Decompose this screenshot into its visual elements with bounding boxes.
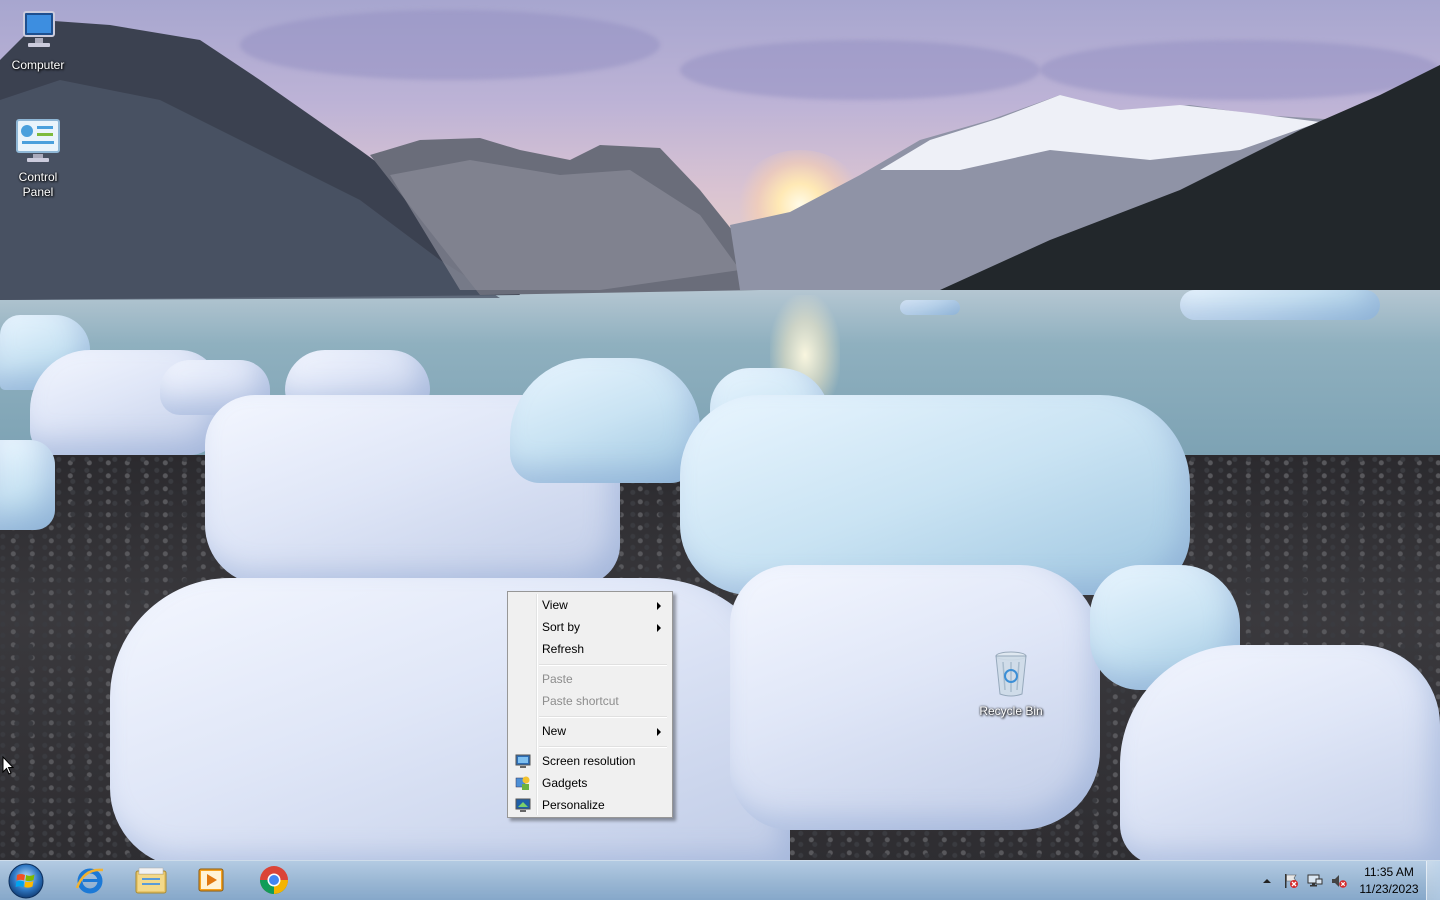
media-player-icon: [198, 868, 224, 892]
file-explorer-icon: [135, 867, 167, 894]
menu-item-label: Paste: [542, 672, 573, 686]
menu-item-label: Refresh: [542, 642, 585, 656]
recycle-bin-icon: [973, 650, 1049, 702]
desktop-icon-computer[interactable]: Computer: [0, 10, 76, 73]
menu-item-sort-by[interactable]: Sort by: [511, 616, 669, 638]
taskbar-internet-explorer[interactable]: [62, 861, 118, 899]
menu-item-label: Screen resolution: [542, 754, 636, 768]
submenu-arrow-icon: [657, 602, 661, 610]
menu-item-screen-resolution[interactable]: Screen resolution: [511, 750, 669, 772]
windows-logo-icon: [8, 863, 44, 899]
computer-icon: [0, 10, 76, 56]
volume-muted-icon[interactable]: [1331, 873, 1347, 889]
taskbar-chrome[interactable]: [246, 861, 302, 899]
show-hidden-icons-icon[interactable]: [1259, 873, 1275, 889]
screen-resolution-icon: [515, 753, 531, 769]
desktop-icon-label: Computer: [11, 58, 65, 72]
control-panel-icon: [0, 118, 76, 168]
menu-item-label: Gadgets: [542, 776, 588, 790]
menu-separator: [539, 664, 667, 666]
taskbar-clock[interactable]: 11:35 AM 11/23/2023: [1350, 864, 1428, 898]
menu-item-personalize[interactable]: Personalize: [511, 794, 669, 816]
network-icon[interactable]: [1307, 873, 1323, 889]
desktop-icon-recycle-bin[interactable]: Recycle Bin: [973, 650, 1049, 719]
menu-separator: [539, 746, 667, 748]
internet-explorer-icon: [75, 868, 104, 894]
personalize-icon: [515, 797, 531, 813]
taskbar-file-explorer[interactable]: [123, 861, 179, 899]
desktop-icon-label: Control: [18, 170, 58, 184]
desktop-icon-control-panel[interactable]: Control Panel: [0, 118, 76, 200]
menu-item-new[interactable]: New: [511, 720, 669, 742]
submenu-arrow-icon: [657, 624, 661, 632]
show-desktop-button[interactable]: [1426, 861, 1440, 900]
menu-item-label: Paste shortcut: [542, 694, 619, 708]
menu-item-label: Personalize: [542, 798, 605, 812]
submenu-arrow-icon: [657, 728, 661, 736]
menu-separator: [539, 716, 667, 718]
menu-item-label: View: [542, 598, 568, 612]
desktop-wallpaper[interactable]: [0, 0, 1440, 860]
menu-item-label: Sort by: [542, 620, 581, 634]
mouse-cursor-icon: [2, 755, 15, 779]
chrome-icon: [260, 866, 288, 894]
menu-item-paste[interactable]: Paste: [511, 668, 669, 690]
menu-item-gadgets[interactable]: Gadgets: [511, 772, 669, 794]
taskbar-media-player[interactable]: [183, 861, 239, 899]
menu-item-view[interactable]: View: [511, 594, 669, 616]
menu-item-refresh[interactable]: Refresh: [511, 638, 669, 660]
action-center-flag-icon[interactable]: [1283, 873, 1299, 889]
menu-item-label: New: [542, 724, 567, 738]
start-button[interactable]: [6, 862, 46, 900]
menu-item-paste-shortcut[interactable]: Paste shortcut: [511, 690, 669, 712]
gadgets-icon: [515, 775, 531, 791]
clock-time: 11:35 AM: [1364, 865, 1414, 879]
desktop-context-menu: View Sort by Refresh Paste Paste shortcu…: [507, 591, 673, 818]
clock-date: 11/23/2023: [1359, 882, 1419, 896]
desktop-icon-label: Recycle Bin: [979, 704, 1043, 718]
desktop-icon-label-line2: Panel: [22, 185, 54, 199]
